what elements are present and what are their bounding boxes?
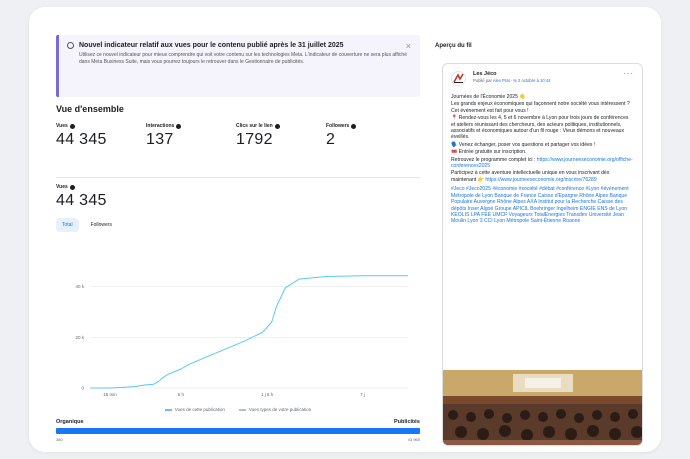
y-tick-label: 20 k [75, 335, 84, 340]
post-hashtags[interactable]: #Jeco #Jeco2025 #économie #société #déba… [443, 184, 642, 224]
y-tick-label: 0 [81, 386, 84, 391]
more-options-icon[interactable]: ··· [623, 69, 634, 78]
x-tick-label: 6 h [178, 392, 185, 397]
views-line-chart: 0 20 k 40 k 15 min 6 h 1 j 6 h 7 j [75, 275, 409, 397]
info-icon[interactable] [176, 123, 182, 129]
metrics-row: Vues 44 345 Interactions 137 Clics sur l… [56, 123, 420, 149]
metric-label: Vues [56, 123, 68, 129]
metric-interactions: Interactions 137 [146, 123, 236, 149]
x-tick-label: 15 min [103, 392, 117, 397]
x-tick-label: 7 j [360, 392, 365, 397]
paragraph-text: 🗣️ Venez échanger, poser vos questions e… [451, 141, 596, 148]
metric-views: Vues 44 345 [56, 123, 146, 149]
post-author[interactable]: Les Jéco [473, 71, 497, 77]
insights-panel: Nouvel indicateur relatif aux vues pour … [56, 31, 420, 446]
paragraph-text: Les grands enjeux économiques qui façonn… [451, 101, 630, 114]
paragraph-link[interactable]: https://www.journeeseconomie.org/inscrir… [485, 177, 596, 183]
metric-link-clicks: Clics sur le lien 1792 [236, 123, 326, 149]
notice-title: Nouvel indicateur relatif aux vues pour … [79, 42, 344, 49]
chart-legend: Vues de cette publication Vues types de … [56, 407, 420, 412]
notice-body: Utilisez ce nouvel indicateur pour mieux… [79, 52, 407, 65]
overview-section: Vue d'ensemble Vues 44 345 Interactions … [56, 102, 420, 178]
jeco-logo-icon [453, 73, 464, 83]
metric-value: 1792 [236, 131, 273, 148]
metric-label: Followers [326, 123, 350, 129]
x-tick-label: 1 j 6 h [261, 392, 274, 397]
feed-preview-panel: Aperçu du fil Les Jéco Publié par Alex P… [435, 43, 643, 446]
metric-label: Interactions [146, 123, 175, 129]
legend-item-typical: Vues types de votre publication [238, 407, 312, 412]
views-label: Vues [56, 184, 68, 190]
series-line [90, 275, 409, 389]
preview-title: Aperçu du fil [435, 43, 472, 49]
split-bar [56, 428, 420, 434]
post-header: Les Jéco Publié par Alex Prat · le 2 oct… [443, 64, 642, 94]
post-paragraph: Retrouvez le programme complet ici : htt… [451, 157, 634, 170]
views-tabs: Total Followers [56, 218, 420, 232]
post-paragraph: 🗣️ Venez échanger, poser vos questions e… [451, 142, 634, 148]
y-tick-label: 40 k [75, 284, 84, 289]
post-photo [443, 370, 642, 445]
ads-label: Publicités [394, 419, 420, 425]
globe-icon: · [510, 78, 513, 83]
legend-label: Vues de cette publication [174, 407, 225, 412]
post-paragraph: Journées de l'Économie 2025 👋 [451, 94, 634, 100]
organic-label: Organique [56, 419, 84, 425]
meta-date[interactable]: le 2 octobre à 10:44 [514, 78, 551, 83]
post-text: Journées de l'Économie 2025 👋 Les grands … [443, 94, 642, 183]
metric-label: Clics sur le lien [236, 123, 273, 129]
post-paragraph: 🎟️ Entrée gratuite sur inscription. [451, 149, 634, 155]
metric-value: 44 345 [56, 131, 107, 148]
post-paragraph: 📍 Rendez-vous les 4, 5 et 6 novembre à L… [451, 115, 634, 141]
metric-value: 2 [326, 131, 336, 148]
paragraph-text: 📍 Rendez-vous les 4, 5 et 6 novembre à L… [451, 115, 629, 141]
tab-followers[interactable]: Followers [85, 218, 118, 232]
post-paragraph: Les grands enjeux économiques qui façonn… [451, 101, 634, 114]
info-notice: Nouvel indicateur relatif aux vues pour … [56, 35, 420, 97]
legend-swatch [238, 409, 246, 411]
meta-name[interactable]: Alex Prat [493, 78, 510, 83]
legend-swatch [164, 409, 172, 411]
meta-prefix: Publié par [473, 78, 492, 83]
info-icon[interactable] [69, 123, 75, 129]
overview-title: Vue d'ensemble [56, 104, 124, 114]
ads-value: 43 965 [407, 437, 420, 442]
views-value: 44 345 [56, 192, 107, 209]
tab-total[interactable]: Total [56, 218, 79, 232]
avatar[interactable] [451, 71, 466, 86]
legend-label: Vues types de votre publication [248, 407, 312, 412]
post-paragraph: Participez à cette aventure intellectuel… [451, 170, 634, 183]
post-meta: Publié par Alex Prat · le 2 octobre à 10… [473, 78, 551, 83]
info-icon[interactable] [274, 123, 280, 129]
organic-value: 380 [56, 437, 63, 442]
info-icon[interactable] [351, 123, 357, 129]
metric-value: 137 [146, 131, 174, 148]
metric-followers: Followers 2 [326, 123, 416, 149]
info-icon [67, 42, 74, 49]
notice-title-row: Nouvel indicateur relatif aux vues pour … [67, 42, 410, 49]
paragraph-text: 🎟️ Entrée gratuite sur inscription. [451, 149, 527, 156]
legend-item-this-post: Vues de cette publication [164, 407, 225, 412]
organic-ads-split: Organique Publicités 380 43 965 [56, 419, 420, 442]
paragraph-text: Journées de l'Économie 2025 👋 [451, 94, 526, 100]
paragraph-text: Retrouvez le programme complet ici : [451, 156, 537, 163]
info-icon[interactable] [69, 184, 75, 190]
close-icon[interactable]: × [406, 42, 411, 51]
insights-card: Nouvel indicateur relatif aux vues pour … [29, 7, 661, 452]
views-chart-section: Vues 44 345 Total Followers 0 20 k 40 k 15 … [56, 182, 420, 446]
post-preview: Les Jéco Publié par Alex Prat · le 2 oct… [442, 63, 643, 446]
